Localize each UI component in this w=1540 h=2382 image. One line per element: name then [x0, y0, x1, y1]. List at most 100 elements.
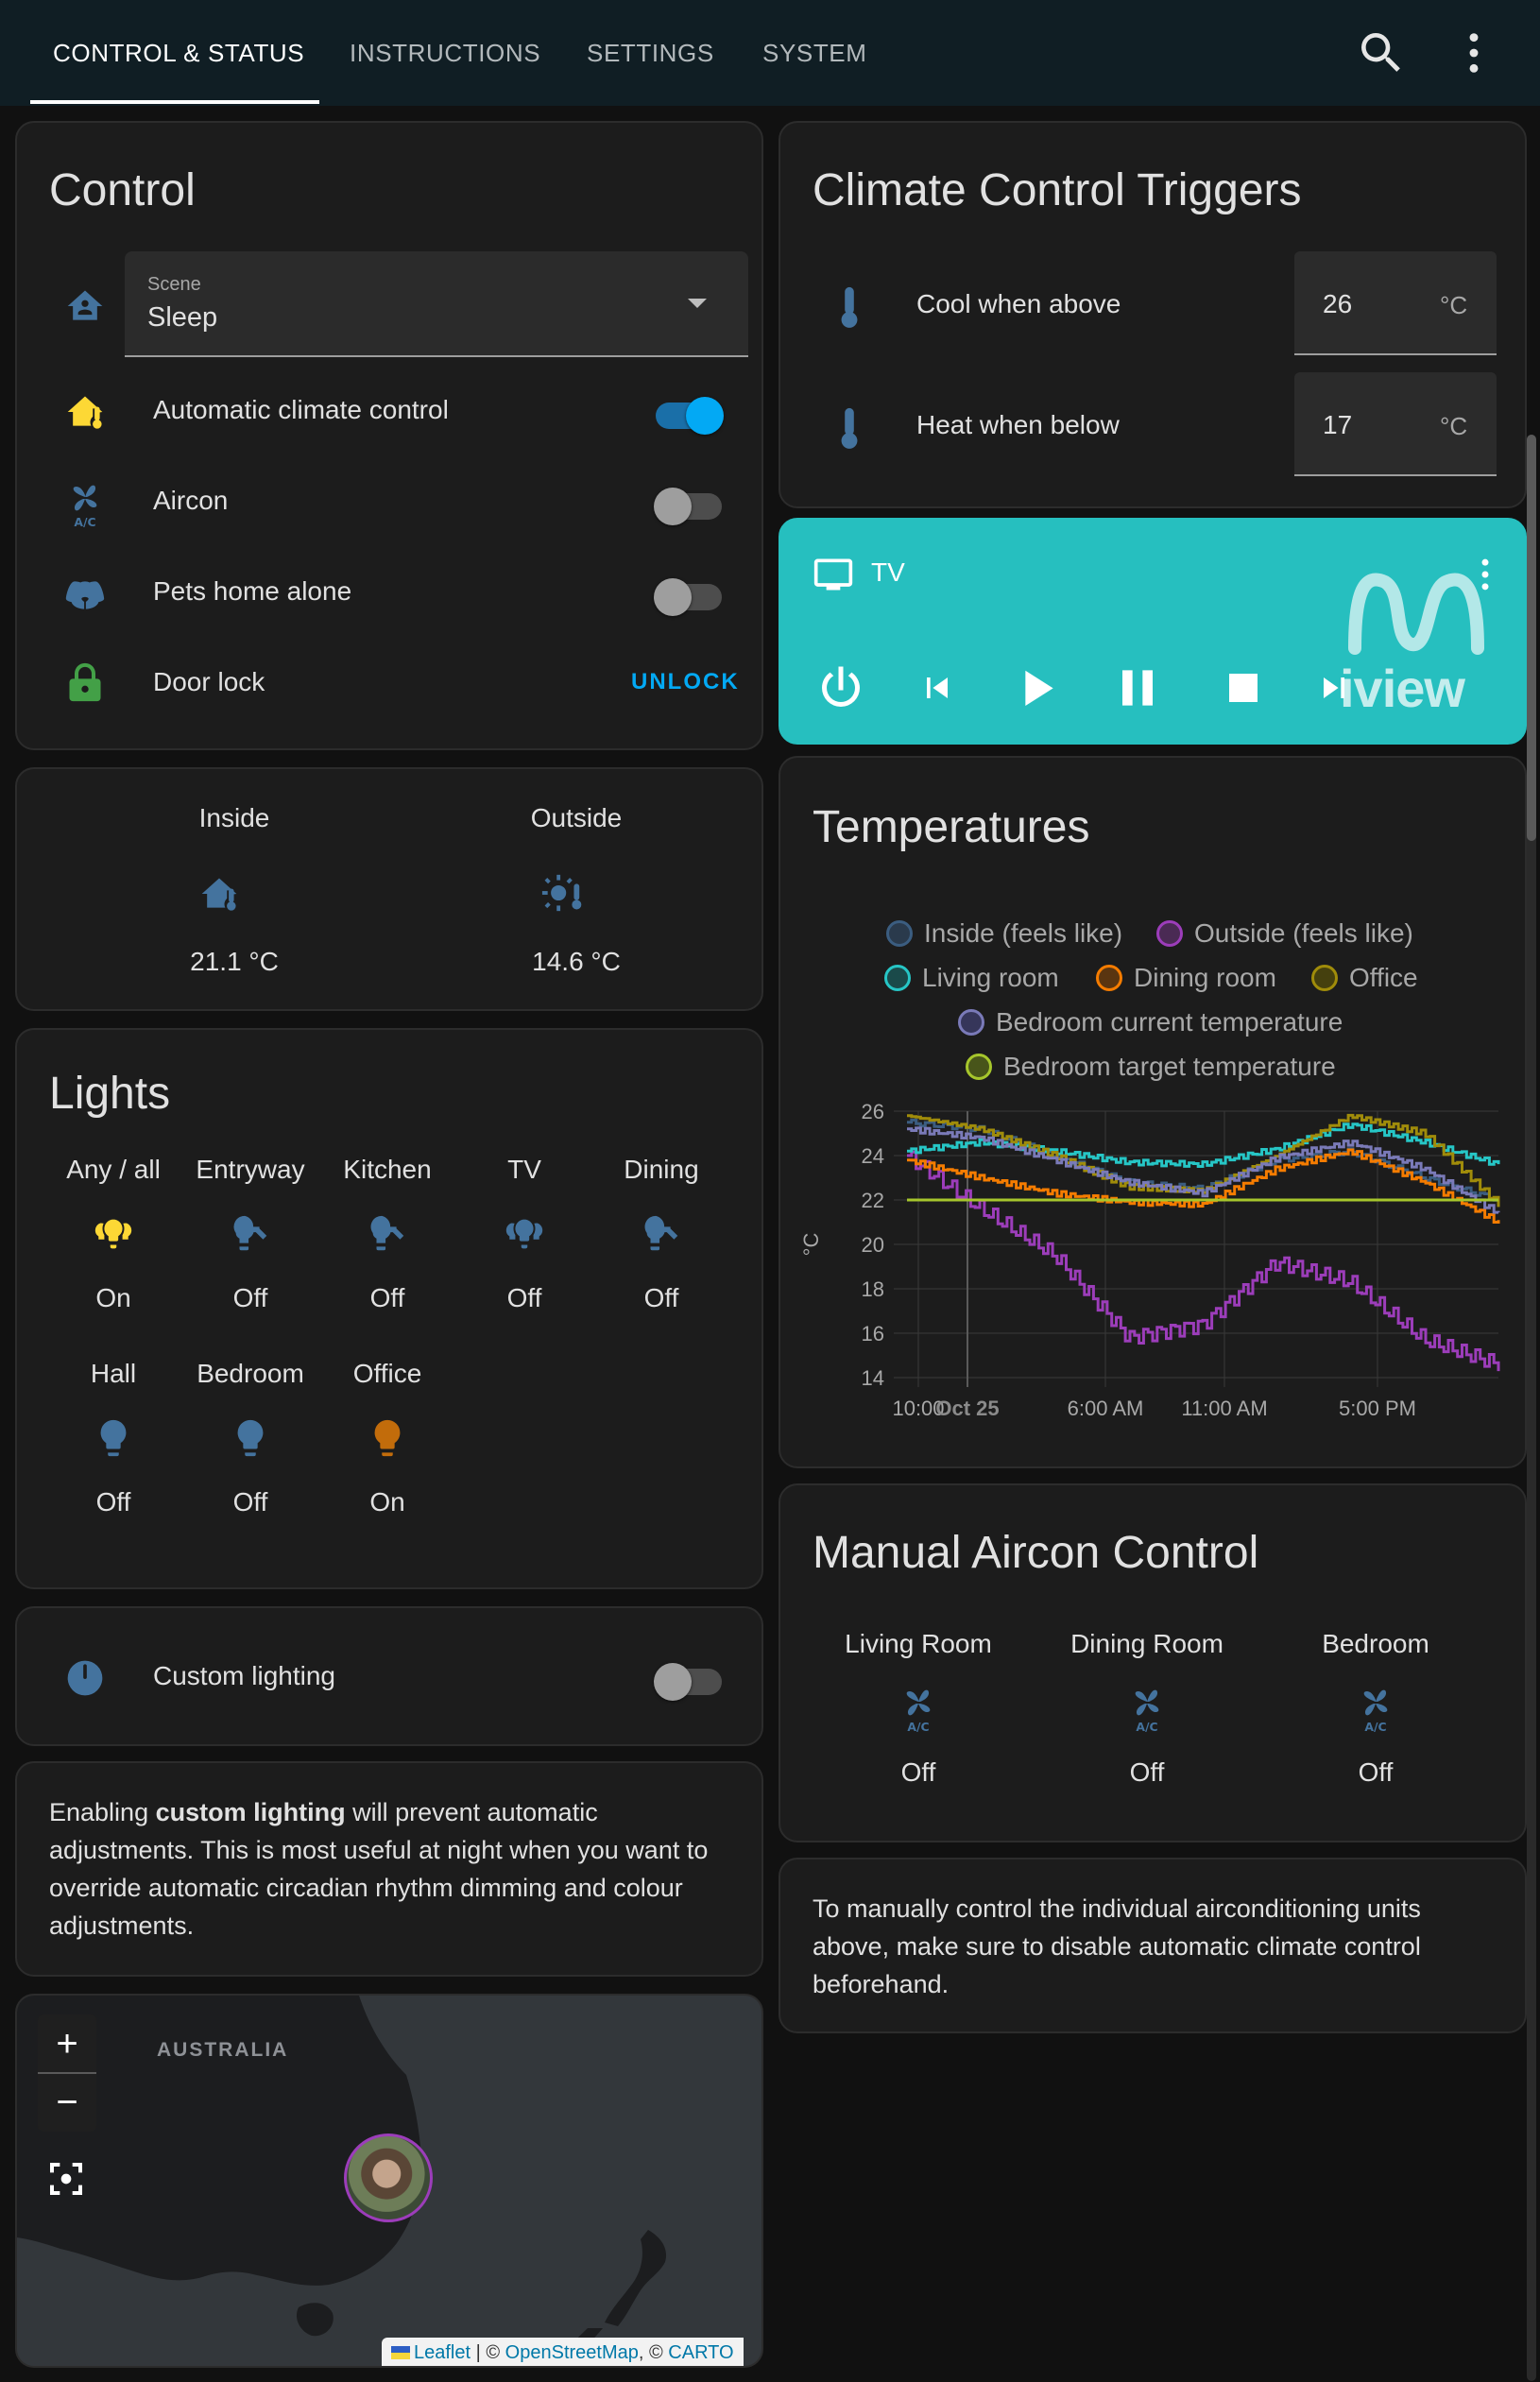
dog-icon	[64, 574, 106, 621]
pets-home-alone-toggle[interactable]	[654, 578, 722, 616]
thermometer-icon	[837, 406, 862, 454]
light-state: Off	[232, 1487, 268, 1517]
pause-icon[interactable]	[1107, 658, 1168, 723]
scene-select[interactable]: Scene Sleep	[125, 251, 748, 357]
light-name: Office	[352, 1359, 422, 1388]
map-zoom-control: + −	[38, 2014, 96, 2132]
light-name: Any / all	[66, 1155, 161, 1184]
play-icon[interactable]	[1005, 658, 1066, 723]
cool-threshold-unit: °C	[1440, 291, 1468, 319]
lightbulb-spot-icon	[184, 1189, 317, 1279]
person-avatar-marker[interactable]	[344, 2134, 433, 2222]
leaflet-link[interactable]: Leaflet	[414, 2342, 471, 2363]
control-title: Control	[49, 165, 196, 215]
skip-previous-icon[interactable]	[916, 667, 958, 713]
light-name: Dining	[624, 1155, 699, 1184]
stop-icon[interactable]	[1215, 660, 1272, 721]
legend-item[interactable]: Office	[1311, 963, 1418, 993]
aircon-note-card: To manually control the individual airco…	[779, 1858, 1527, 2033]
aircon-room-name: Living Room	[845, 1629, 992, 1658]
light-state: On	[369, 1487, 405, 1517]
lights-card: Lights Any / all On Entryway Off Kitchen Off T…	[15, 1028, 763, 1589]
legend-label: Bedroom current temperature	[996, 1007, 1343, 1037]
scrollbar-track[interactable]	[1527, 435, 1536, 2381]
legend-item[interactable]: Outside (feels like)	[1156, 918, 1413, 949]
legend-item[interactable]: Living room	[884, 963, 1059, 993]
auto-climate-toggle[interactable]	[656, 397, 724, 435]
toggle-thumb	[654, 1663, 692, 1701]
zoom-in-button[interactable]: +	[38, 2014, 96, 2073]
openstreetmap-link[interactable]: OpenStreetMap	[505, 2342, 639, 2363]
map-card[interactable]: AUSTRALIA + − Leaflet | © OpenStreetMap,…	[15, 1994, 763, 2368]
light-entity[interactable]: Kitchen Off	[321, 1151, 453, 1317]
aircon-toggle[interactable]	[654, 488, 722, 525]
cool-threshold-value: 26	[1323, 289, 1353, 318]
legend-item[interactable]: Dining room	[1096, 963, 1276, 993]
lights-title: Lights	[49, 1069, 171, 1119]
thermometer-icon	[837, 285, 862, 334]
legend-label: Office	[1349, 963, 1418, 992]
door-lock-label: Door lock	[153, 667, 265, 696]
power-icon[interactable]	[813, 660, 869, 721]
tab-system[interactable]: SYSTEM	[762, 0, 867, 106]
legend-item[interactable]: Bedroom current temperature	[958, 1007, 1343, 1037]
legend-label: Living room	[922, 963, 1059, 992]
light-entity[interactable]: Office On	[321, 1355, 453, 1521]
tab-settings[interactable]: SETTINGS	[587, 0, 714, 106]
legend-item[interactable]: Bedroom target temperature	[966, 1052, 1336, 1082]
legend-swatch	[966, 1054, 992, 1080]
y-tick-label: 16	[862, 1322, 884, 1345]
skip-next-icon[interactable]	[1313, 667, 1355, 713]
custom-lighting-toggle[interactable]	[654, 1663, 722, 1701]
scrollbar-thumb[interactable]	[1527, 435, 1536, 841]
iview-logo-text: iview	[1340, 659, 1465, 718]
heat-threshold-value: 17	[1323, 410, 1353, 439]
light-entity[interactable]: Dining Off	[595, 1151, 727, 1317]
air-conditioner-icon: A/C	[1281, 1663, 1470, 1754]
custom-lighting-card: Custom lighting	[15, 1606, 763, 1746]
legend-swatch	[886, 920, 913, 947]
air-conditioner-icon: A/C	[64, 480, 106, 532]
tab-control-status[interactable]: CONTROL & STATUS	[53, 0, 304, 106]
temperature-chart[interactable]: °C1416182022242610:00 Oct 25 6:00 AM 11:00…	[780, 1088, 1525, 1457]
legend-swatch	[1311, 965, 1338, 991]
light-entity[interactable]: Any / all On	[47, 1151, 180, 1317]
light-entity[interactable]: Bedroom Off	[184, 1355, 317, 1521]
air-conditioner-icon: A/C	[1052, 1663, 1241, 1754]
zoom-out-button[interactable]: −	[38, 2073, 96, 2132]
heat-when-below-input[interactable]: 17 °C	[1294, 372, 1497, 476]
more-options-icon[interactable]	[1447, 26, 1500, 79]
note-emphasis: custom lighting	[155, 1798, 346, 1826]
media-player-card: TV iview	[779, 518, 1527, 745]
legend-label: Bedroom target temperature	[1003, 1052, 1336, 1081]
light-state: Off	[643, 1283, 679, 1312]
cool-when-above-input[interactable]: 26 °C	[1294, 251, 1497, 355]
light-entity[interactable]: Entryway Off	[184, 1151, 317, 1317]
search-icon[interactable]	[1355, 26, 1408, 79]
light-entity[interactable]: Hall Off	[47, 1355, 180, 1521]
toggle-thumb	[686, 397, 724, 435]
more-options-icon[interactable]	[1464, 554, 1506, 600]
media-player-name: TV	[871, 557, 905, 587]
tab-instructions[interactable]: INSTRUCTIONS	[350, 0, 540, 106]
svg-text:A/C: A/C	[74, 515, 95, 527]
carto-link[interactable]: CARTO	[668, 2342, 733, 2363]
chevron-down-icon	[688, 299, 707, 308]
lightbulb-spot-icon	[595, 1189, 727, 1279]
light-entity[interactable]: TV Off	[458, 1151, 590, 1317]
svg-text:A/C: A/C	[907, 1720, 929, 1732]
legend-swatch	[1096, 965, 1122, 991]
y-tick-label: 22	[862, 1189, 884, 1212]
aircon-entity[interactable]: Living Room A/C Off	[824, 1625, 1013, 1791]
air-conditioner-icon: A/C	[824, 1663, 1013, 1754]
sensors-card: Inside 21.1 °C Outside 14.6 °C	[15, 767, 763, 1011]
light-state: On	[95, 1283, 131, 1312]
unlock-button[interactable]: UNLOCK	[631, 669, 740, 695]
legend-item[interactable]: Inside (feels like)	[886, 918, 1122, 949]
aircon-entity[interactable]: Dining Room A/C Off	[1052, 1625, 1241, 1791]
aircon-state: Off	[900, 1757, 936, 1787]
fit-bounds-icon[interactable]	[47, 2160, 85, 2202]
aircon-entity[interactable]: Bedroom A/C Off	[1281, 1625, 1470, 1791]
climate-triggers-title: Climate Control Triggers	[813, 165, 1302, 215]
attribution-separator: | ©	[471, 2342, 505, 2363]
